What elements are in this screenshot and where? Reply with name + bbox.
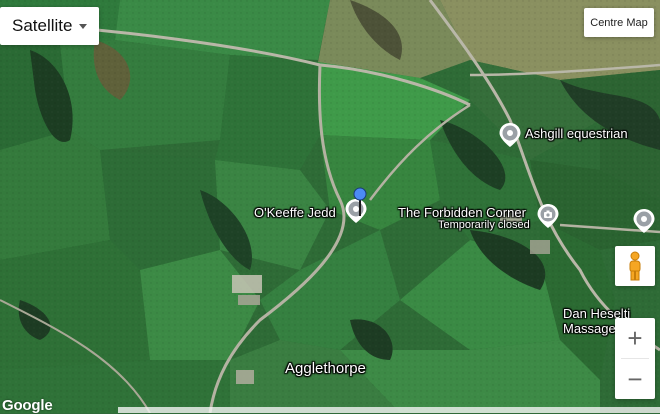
chevron-down-icon: [79, 23, 88, 29]
place-label-okeeffe[interactable]: O'Keeffe Jedd: [254, 205, 336, 220]
satellite-map[interactable]: Ashgill equestrian O'Keeffe Jedd The For…: [0, 0, 660, 413]
town-label: Agglethorpe: [285, 360, 366, 377]
zoom-in-button[interactable]: +: [615, 318, 655, 358]
google-logo[interactable]: Google: [2, 397, 53, 414]
centre-map-button[interactable]: Centre Map: [584, 8, 654, 37]
map-type-dropdown[interactable]: Satellite: [0, 7, 99, 45]
camera-pin-icon[interactable]: [536, 203, 560, 229]
zoom-out-button[interactable]: −: [615, 359, 655, 399]
location-marker-icon[interactable]: [352, 186, 368, 218]
place-label-forbidden-corner[interactable]: The Forbidden Corner: [398, 205, 526, 220]
street-view-pegman-button[interactable]: [615, 246, 655, 286]
place-label-ashgill[interactable]: Ashgill equestrian: [525, 126, 628, 141]
place-pin-icon[interactable]: [498, 122, 522, 148]
place-status-forbidden-corner: Temporarily closed: [438, 219, 530, 231]
zoom-control: + −: [615, 318, 655, 399]
pegman-icon: [629, 251, 641, 281]
map-type-label: Satellite: [12, 16, 73, 35]
place-pin-icon[interactable]: [632, 208, 656, 234]
map-footer-bar: [118, 407, 660, 413]
